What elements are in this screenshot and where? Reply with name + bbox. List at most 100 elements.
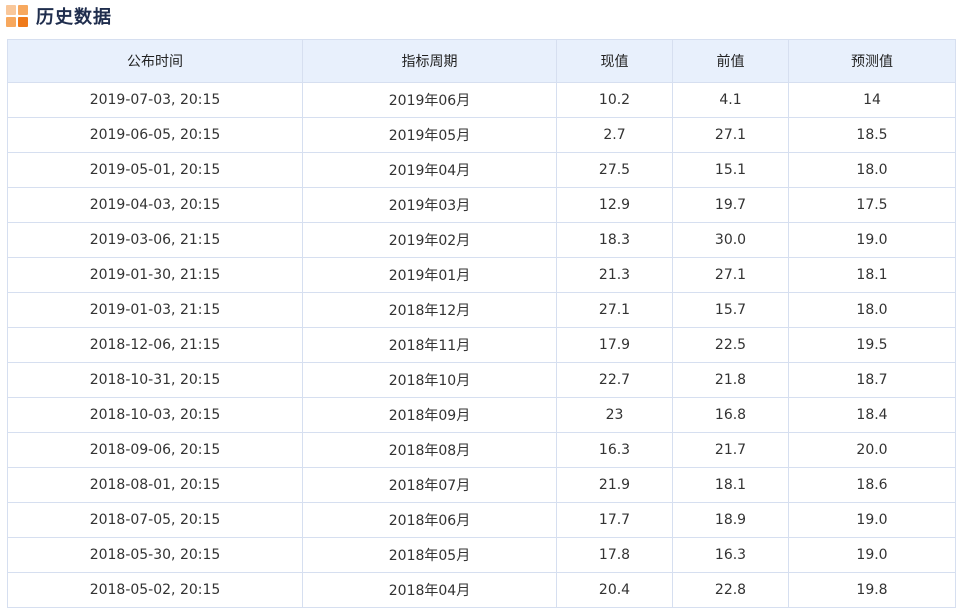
table-row: 2019-07-03, 20:15 2019年06月 10.2 4.1 14 xyxy=(7,82,956,118)
cell-publish-time: 2019-04-03, 20:15 xyxy=(7,187,303,223)
cell-actual: 17.7 xyxy=(556,502,673,538)
cell-forecast: 14 xyxy=(788,82,956,118)
table-row: 2019-04-03, 20:15 2019年03月 12.9 19.7 17.5 xyxy=(7,187,956,223)
cell-actual: 21.3 xyxy=(556,257,673,293)
header-previous: 前值 xyxy=(672,39,789,83)
cell-forecast: 18.7 xyxy=(788,362,956,398)
cell-period: 2018年12月 xyxy=(302,292,557,328)
cell-period: 2018年11月 xyxy=(302,327,557,363)
cell-previous: 19.7 xyxy=(672,187,789,223)
cell-previous: 16.8 xyxy=(672,397,789,433)
cell-previous: 27.1 xyxy=(672,257,789,293)
table-row: 2019-05-01, 20:15 2019年04月 27.5 15.1 18.0 xyxy=(7,152,956,188)
cell-forecast: 17.5 xyxy=(788,187,956,223)
table-header-row: 公布时间 指标周期 现值 前值 预测值 xyxy=(7,39,956,83)
grid-icon-cell xyxy=(18,5,28,15)
cell-forecast: 18.0 xyxy=(788,152,956,188)
cell-period: 2018年10月 xyxy=(302,362,557,398)
cell-previous: 27.1 xyxy=(672,117,789,153)
cell-actual: 21.9 xyxy=(556,467,673,503)
cell-actual: 17.9 xyxy=(556,327,673,363)
cell-publish-time: 2019-07-03, 20:15 xyxy=(7,82,303,118)
cell-period: 2018年09月 xyxy=(302,397,557,433)
cell-forecast: 18.1 xyxy=(788,257,956,293)
cell-period: 2019年06月 xyxy=(302,82,557,118)
table-header: 公布时间 指标周期 现值 前值 预测值 xyxy=(7,39,956,83)
cell-forecast: 18.0 xyxy=(788,292,956,328)
cell-previous: 21.8 xyxy=(672,362,789,398)
table-body: 2019-07-03, 20:15 2019年06月 10.2 4.1 14 2019-0… xyxy=(7,82,956,608)
cell-actual: 10.2 xyxy=(556,82,673,118)
cell-previous: 4.1 xyxy=(672,82,789,118)
table-row: 2019-01-03, 21:15 2018年12月 27.1 15.7 18.0 xyxy=(7,292,956,328)
cell-period: 2019年02月 xyxy=(302,222,557,258)
cell-period: 2018年06月 xyxy=(302,502,557,538)
section-title: 历史数据 xyxy=(36,7,112,28)
cell-forecast: 18.6 xyxy=(788,467,956,503)
cell-publish-time: 2018-09-06, 20:15 xyxy=(7,432,303,468)
cell-publish-time: 2018-10-03, 20:15 xyxy=(7,397,303,433)
cell-actual: 12.9 xyxy=(556,187,673,223)
header-publish-time: 公布时间 xyxy=(7,39,303,83)
grid-icon-cell xyxy=(6,5,16,15)
cell-publish-time: 2019-01-03, 21:15 xyxy=(7,292,303,328)
cell-publish-time: 2019-01-30, 21:15 xyxy=(7,257,303,293)
cell-period: 2018年07月 xyxy=(302,467,557,503)
table-row: 2018-10-03, 20:15 2018年09月 23 16.8 18.4 xyxy=(7,397,956,433)
table-row: 2018-09-06, 20:15 2018年08月 16.3 21.7 20.0 xyxy=(7,432,956,468)
cell-actual: 27.1 xyxy=(556,292,673,328)
cell-forecast: 19.0 xyxy=(788,222,956,258)
cell-previous: 18.1 xyxy=(672,467,789,503)
cell-publish-time: 2018-05-02, 20:15 xyxy=(7,572,303,608)
section-header: 历史数据 xyxy=(6,2,112,30)
cell-previous: 22.5 xyxy=(672,327,789,363)
cell-forecast: 18.4 xyxy=(788,397,956,433)
cell-forecast: 19.0 xyxy=(788,502,956,538)
cell-publish-time: 2018-07-05, 20:15 xyxy=(7,502,303,538)
table-row: 2018-05-30, 20:15 2018年05月 17.8 16.3 19.0 xyxy=(7,537,956,573)
cell-previous: 30.0 xyxy=(672,222,789,258)
table-row: 2019-06-05, 20:15 2019年05月 2.7 27.1 18.5 xyxy=(7,117,956,153)
cell-publish-time: 2019-06-05, 20:15 xyxy=(7,117,303,153)
header-period: 指标周期 xyxy=(302,39,557,83)
cell-previous: 15.7 xyxy=(672,292,789,328)
cell-period: 2019年05月 xyxy=(302,117,557,153)
cell-forecast: 19.0 xyxy=(788,537,956,573)
cell-publish-time: 2018-05-30, 20:15 xyxy=(7,537,303,573)
table-row: 2018-05-02, 20:15 2018年04月 20.4 22.8 19.8 xyxy=(7,572,956,608)
cell-actual: 22.7 xyxy=(556,362,673,398)
cell-forecast: 18.5 xyxy=(788,117,956,153)
cell-period: 2018年05月 xyxy=(302,537,557,573)
cell-previous: 18.9 xyxy=(672,502,789,538)
cell-publish-time: 2019-05-01, 20:15 xyxy=(7,152,303,188)
cell-previous: 21.7 xyxy=(672,432,789,468)
header-actual: 现值 xyxy=(556,39,673,83)
cell-publish-time: 2018-10-31, 20:15 xyxy=(7,362,303,398)
grid-icon xyxy=(6,5,28,27)
table-row: 2019-01-30, 21:15 2019年01月 21.3 27.1 18.1 xyxy=(7,257,956,293)
table-row: 2018-10-31, 20:15 2018年10月 22.7 21.8 18.7 xyxy=(7,362,956,398)
cell-actual: 2.7 xyxy=(556,117,673,153)
cell-actual: 16.3 xyxy=(556,432,673,468)
cell-forecast: 19.5 xyxy=(788,327,956,363)
cell-forecast: 19.8 xyxy=(788,572,956,608)
cell-previous: 16.3 xyxy=(672,537,789,573)
grid-icon-cell xyxy=(18,17,28,27)
table-row: 2018-07-05, 20:15 2018年06月 17.7 18.9 19.0 xyxy=(7,502,956,538)
grid-icon-cell xyxy=(6,17,16,27)
cell-actual: 23 xyxy=(556,397,673,433)
cell-publish-time: 2018-08-01, 20:15 xyxy=(7,467,303,503)
header-forecast: 预测值 xyxy=(788,39,956,83)
cell-previous: 22.8 xyxy=(672,572,789,608)
cell-period: 2019年03月 xyxy=(302,187,557,223)
cell-period: 2019年04月 xyxy=(302,152,557,188)
cell-publish-time: 2018-12-06, 21:15 xyxy=(7,327,303,363)
cell-publish-time: 2019-03-06, 21:15 xyxy=(7,222,303,258)
table-row: 2018-12-06, 21:15 2018年11月 17.9 22.5 19.5 xyxy=(7,327,956,363)
table-row: 2019-03-06, 21:15 2019年02月 18.3 30.0 19.0 xyxy=(7,222,956,258)
cell-actual: 17.8 xyxy=(556,537,673,573)
cell-actual: 20.4 xyxy=(556,572,673,608)
cell-period: 2018年08月 xyxy=(302,432,557,468)
cell-period: 2019年01月 xyxy=(302,257,557,293)
table-row: 2018-08-01, 20:15 2018年07月 21.9 18.1 18.6 xyxy=(7,467,956,503)
